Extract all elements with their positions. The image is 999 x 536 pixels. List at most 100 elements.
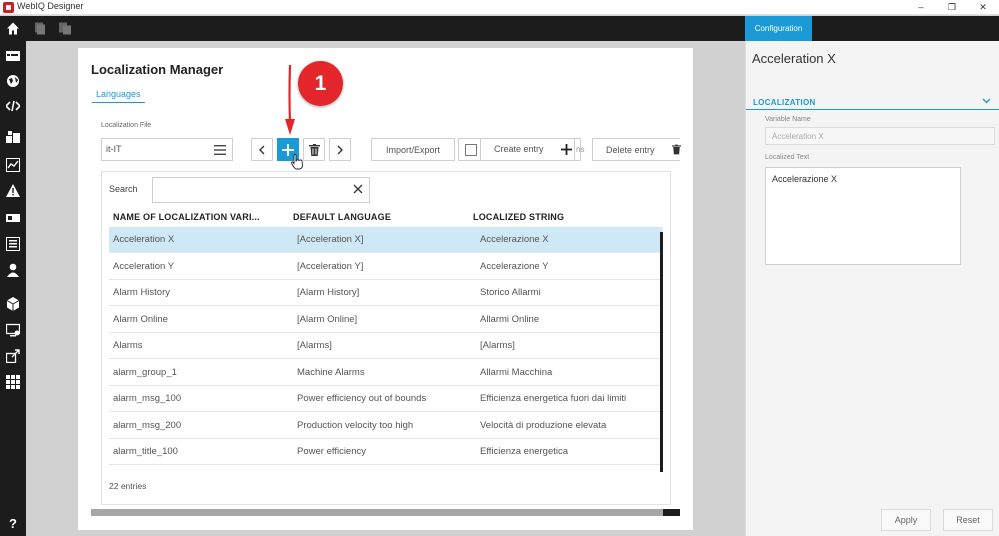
table-cell-default: [Alarm History] xyxy=(297,287,360,298)
obscured-label-fragment: ns xyxy=(576,145,585,154)
localization-table: Search NAME OF LOCALIZATION VARI... DEFA… xyxy=(101,171,671,505)
next-button[interactable] xyxy=(329,138,351,161)
trash-icon xyxy=(672,144,681,155)
config-title: Acceleration X xyxy=(752,51,836,66)
vertical-scrollbar[interactable] xyxy=(660,232,663,472)
cube-icon[interactable] xyxy=(6,297,20,311)
localized-text-label: Localized Text xyxy=(765,154,810,161)
previous-button[interactable] xyxy=(251,138,273,161)
table-cell-default: Machine Alarms xyxy=(297,366,365,378)
localized-text-area[interactable]: Accelerazione X xyxy=(765,167,961,265)
table-cell-name: Alarm Online xyxy=(113,313,168,325)
table-cell-name: alarm_msg_200 xyxy=(113,419,182,431)
trash-icon xyxy=(308,143,320,156)
copy-icon[interactable] xyxy=(33,21,47,36)
close-icon[interactable] xyxy=(353,184,363,194)
delete-entry-label: Delete entry xyxy=(606,145,655,155)
table-cell-default: [Acceleration Y] xyxy=(297,260,364,272)
close-window-button[interactable]: ✕ xyxy=(967,0,999,15)
table-cell-default: Production velocity too high xyxy=(297,419,414,431)
table-cell-localized: Storico Allarmi xyxy=(480,287,541,298)
help-icon[interactable]: ? xyxy=(6,516,20,530)
localization-file-select[interactable]: it-IT xyxy=(101,138,233,161)
table-cell-localized: Allarmi Macchina xyxy=(480,366,553,378)
alert-icon[interactable] xyxy=(6,184,20,198)
search-input[interactable] xyxy=(152,177,370,203)
delete-entry-button[interactable]: Delete entry xyxy=(592,138,681,161)
table-row[interactable]: Acceleration X [Acceleration X] Accelerazi… xyxy=(109,227,661,253)
table-cell-default: [Acceleration X] xyxy=(297,234,364,245)
home-icon[interactable] xyxy=(6,21,20,36)
localization-manager-panel: Localization Manager Languages Localizat… xyxy=(78,48,693,530)
export-icon[interactable] xyxy=(6,349,20,363)
paste-icon[interactable] xyxy=(58,21,72,36)
table-row[interactable]: alarm_title_100 Power efficiency Efficienz… xyxy=(109,439,661,465)
table-row[interactable]: Alarm Online [Alarm Online] Allarmi Online xyxy=(109,307,661,333)
chevron-left-icon xyxy=(259,145,265,154)
entry-actions-bar: Create entry ns xyxy=(458,138,585,161)
column-header-localized-string[interactable]: LOCALIZED STRING xyxy=(473,212,564,222)
grid-icon[interactable] xyxy=(6,375,20,389)
section-divider xyxy=(746,109,999,110)
menu-icon[interactable] xyxy=(214,145,226,155)
delete-language-button[interactable] xyxy=(303,138,325,161)
list-icon[interactable] xyxy=(6,237,20,251)
localization-file-label: Localization File xyxy=(101,122,152,129)
table-row[interactable]: alarm_msg_100 Power efficiency out of bou… xyxy=(109,386,661,412)
variable-name-label: Variable Name xyxy=(765,116,811,123)
user-icon[interactable] xyxy=(6,263,20,277)
window-title: WebIQ Designer xyxy=(17,1,84,11)
globe-icon[interactable] xyxy=(6,74,20,88)
table-row[interactable]: Alarm History [Alarm History] Storico Alla… xyxy=(109,280,661,306)
section-localization[interactable]: LOCALIZATION xyxy=(753,98,816,107)
horizontal-scrollbar[interactable] xyxy=(91,509,680,516)
app-logo-icon xyxy=(3,2,14,13)
table-cell-localized: Accelerazione Y xyxy=(480,260,549,272)
maximize-button[interactable]: ❐ xyxy=(936,0,968,15)
table-cell-localized: Efficienza energetica fuori dai limiti xyxy=(480,393,627,404)
left-nav-rail: ? xyxy=(0,41,26,536)
configuration-panel: Acceleration X LOCALIZATION Variable Nam… xyxy=(745,41,999,536)
table-row[interactable]: alarm_group_1 Machine Alarms Allarmi Macch… xyxy=(109,360,661,386)
variable-name-field: Acceleration X xyxy=(765,127,995,145)
table-cell-localized: Accelerazione X xyxy=(480,234,549,245)
table-cell-default: [Alarm Online] xyxy=(297,313,358,325)
table-cell-default: Power efficiency out of bounds xyxy=(297,393,427,404)
code-icon[interactable] xyxy=(6,99,20,113)
table-cell-localized: Velocità di produzione elevata xyxy=(480,419,607,431)
minimize-button[interactable]: – xyxy=(905,0,937,15)
table-row[interactable]: Acceleration Y [Acceleration Y] Accelerazi… xyxy=(109,254,661,280)
apply-button[interactable]: Apply xyxy=(881,509,931,531)
scrollbar-thumb[interactable] xyxy=(663,509,680,516)
tab-languages[interactable]: Languages xyxy=(92,89,145,103)
card-icon[interactable] xyxy=(6,211,20,225)
workspace-canvas: Localization Manager Languages Localizat… xyxy=(26,41,745,536)
table-cell-name: alarm_group_1 xyxy=(113,366,177,378)
table-cell-default: Power efficiency xyxy=(297,446,366,457)
window-title-bar: WebIQ Designer – ❐ ✕ xyxy=(0,0,999,15)
search-label: Search xyxy=(109,184,138,194)
localization-file-value: it-IT xyxy=(106,144,122,154)
table-cell-localized: Allarmi Online xyxy=(480,313,540,325)
table-cell-name: Acceleration X xyxy=(113,234,175,245)
layout-icon[interactable] xyxy=(6,49,20,63)
reset-button[interactable]: Reset xyxy=(943,509,993,531)
table-cell-name: alarm_title_100 xyxy=(113,446,178,457)
select-all-checkbox[interactable] xyxy=(465,144,477,156)
table-row[interactable]: Alarms [Alarms] [Alarms] xyxy=(109,333,661,359)
monitor-icon[interactable] xyxy=(6,323,20,337)
column-header-name[interactable]: NAME OF LOCALIZATION VARI... xyxy=(113,212,260,222)
table-cell-name: alarm_msg_100 xyxy=(113,393,182,404)
tab-configuration[interactable]: Configuration xyxy=(745,16,812,41)
chevron-down-icon[interactable] xyxy=(982,98,991,104)
import-export-button[interactable]: Import/Export xyxy=(371,138,455,161)
table-row[interactable]: alarm_msg_200 Production velocity too hig… xyxy=(109,413,661,439)
chart-icon[interactable] xyxy=(6,158,20,172)
table-cell-name: Alarm History xyxy=(113,287,171,298)
column-header-default-language[interactable]: DEFAULT LANGUAGE xyxy=(293,212,391,222)
table-cell-localized: [Alarms] xyxy=(480,340,515,351)
annotation-arrow-icon xyxy=(285,65,295,135)
widgets-icon[interactable] xyxy=(6,130,20,144)
svg-text:?: ? xyxy=(9,516,17,530)
create-entry-button[interactable]: Create entry xyxy=(480,139,575,160)
